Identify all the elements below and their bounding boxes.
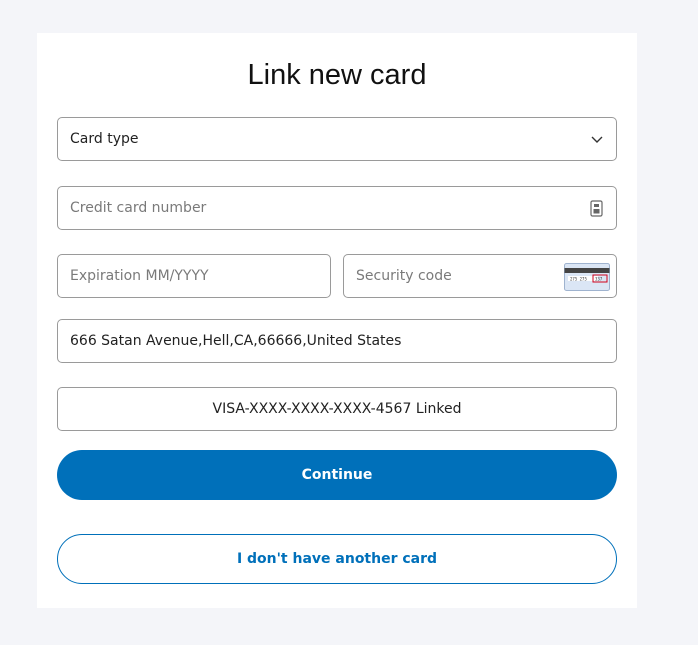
no-other-card-button[interactable]: I don't have another card bbox=[57, 534, 617, 584]
link-card-panel: Link new card Card type Credit card numb… bbox=[37, 33, 637, 608]
card-type-select[interactable]: Card type bbox=[57, 117, 617, 161]
security-code-field[interactable]: Security code 275 275 337 bbox=[343, 254, 617, 298]
card-number-placeholder: Credit card number bbox=[70, 200, 207, 216]
svg-text:275 275: 275 275 bbox=[570, 276, 587, 281]
address-value: 666 Satan Avenue,Hell,CA,66666,United St… bbox=[70, 333, 402, 349]
continue-button[interactable]: Continue bbox=[57, 450, 617, 500]
svg-text:337: 337 bbox=[595, 276, 603, 281]
card-number-icon bbox=[590, 200, 603, 217]
linked-card-value: VISA-XXXX-XXXX-XXXX-4567 Linked bbox=[212, 401, 462, 417]
card-number-field[interactable]: Credit card number bbox=[57, 186, 617, 230]
expiration-field[interactable]: Expiration MM/YYYY bbox=[57, 254, 331, 298]
page-title: Link new card bbox=[247, 59, 427, 91]
card-type-value: Card type bbox=[70, 131, 139, 147]
security-code-placeholder: Security code bbox=[356, 268, 452, 284]
expiration-placeholder: Expiration MM/YYYY bbox=[70, 268, 209, 284]
linked-card-field[interactable]: VISA-XXXX-XXXX-XXXX-4567 Linked bbox=[57, 387, 617, 431]
chevron-down-icon bbox=[591, 136, 603, 143]
address-field[interactable]: 666 Satan Avenue,Hell,CA,66666,United St… bbox=[57, 319, 617, 363]
cvv-card-icon: 275 275 337 bbox=[564, 263, 610, 291]
